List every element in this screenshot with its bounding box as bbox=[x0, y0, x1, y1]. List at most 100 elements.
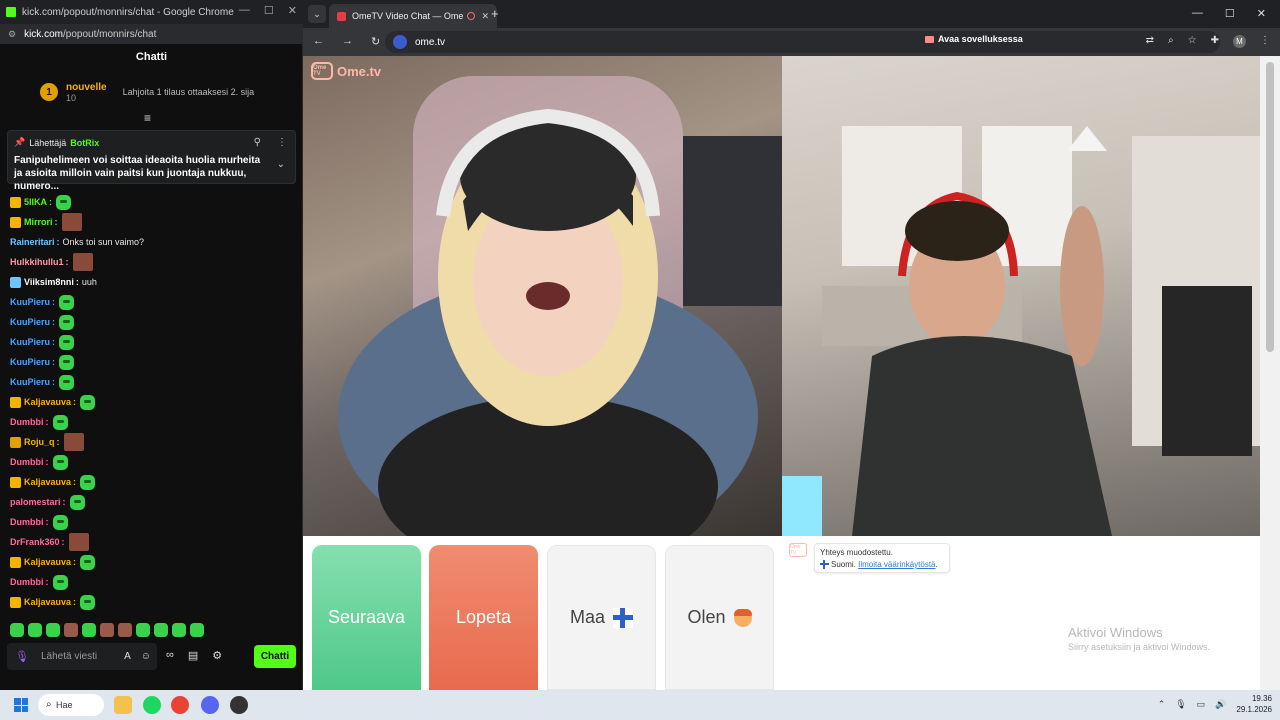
chat-username[interactable]: palomestari bbox=[10, 497, 61, 507]
next-button[interactable]: Seuraava bbox=[312, 545, 421, 690]
emote-icon[interactable] bbox=[118, 623, 132, 637]
gender-select-button[interactable]: Olen bbox=[665, 545, 774, 690]
unpin-icon[interactable]: ⚲ bbox=[254, 137, 261, 148]
chevron-down-icon[interactable]: ⌄ bbox=[277, 159, 285, 170]
chat-message[interactable]: Viiksim8nni: uuh bbox=[10, 272, 295, 292]
chat-username[interactable]: Roju_q bbox=[24, 437, 55, 447]
chat-username[interactable]: KuuPieru bbox=[10, 377, 50, 387]
translate-icon[interactable]: ⇄ bbox=[1146, 35, 1154, 48]
chat-message[interactable]: Mirrori: bbox=[10, 212, 295, 232]
chat-username[interactable]: KuuPieru bbox=[10, 317, 50, 327]
profile-avatar[interactable]: M bbox=[1233, 35, 1246, 48]
start-button[interactable] bbox=[14, 698, 28, 712]
emote-icon[interactable] bbox=[136, 623, 150, 637]
site-info-icon[interactable]: ⚙ bbox=[8, 29, 16, 40]
page-scrollbar[interactable] bbox=[1260, 56, 1280, 690]
chat-username[interactable]: KuuPieru bbox=[10, 297, 50, 307]
volume-icon[interactable]: 🔊 bbox=[1215, 699, 1226, 710]
chat-username[interactable]: Hulkkihullu1 bbox=[10, 257, 64, 267]
open-in-app-button[interactable]: Avaa sovelluksessa bbox=[925, 31, 1067, 47]
network-icon[interactable]: ▭ bbox=[1197, 699, 1206, 710]
chat-message[interactable]: Dumbbi: bbox=[10, 412, 295, 432]
omnibox[interactable]: ome.tv bbox=[385, 31, 1220, 53]
emote-icon[interactable] bbox=[46, 623, 60, 637]
chat-message[interactable]: Hulkkihullu1: bbox=[10, 252, 295, 272]
chat-message[interactable]: Dumbbi: bbox=[10, 512, 295, 532]
gift-leaderboard[interactable]: 1 nouvelle 10 Lahjoita 1 tilaus ottaakse… bbox=[40, 76, 254, 108]
reload-icon[interactable]: ↻ bbox=[371, 35, 380, 48]
back-icon[interactable]: ← bbox=[313, 35, 324, 48]
taskbar-search[interactable]: ⌕ Hae bbox=[38, 694, 104, 716]
close-icon[interactable]: ✕ bbox=[1257, 7, 1266, 20]
discord-icon[interactable] bbox=[201, 696, 219, 714]
menu-icon[interactable]: ⋮ bbox=[1260, 35, 1270, 48]
stop-button[interactable]: Lopeta bbox=[429, 545, 538, 690]
emote-icon[interactable] bbox=[100, 623, 114, 637]
chat-message[interactable]: KuuPieru: bbox=[10, 352, 295, 372]
bookmark-star-icon[interactable]: ☆ bbox=[1188, 35, 1197, 48]
chrome-icon[interactable] bbox=[171, 696, 189, 714]
chat-message[interactable]: Kaljavauva: bbox=[10, 552, 295, 572]
settings-icon[interactable]: ⚙ bbox=[212, 649, 222, 662]
store-icon[interactable]: ▤ bbox=[188, 649, 198, 662]
chat-username[interactable]: Kaljavauva bbox=[24, 477, 71, 487]
microphone-icon[interactable]: 🎙 bbox=[15, 650, 29, 663]
chat-username[interactable]: Dumbbi bbox=[10, 457, 44, 467]
taskbar-clock[interactable]: 19.36 29.1.2026 bbox=[1236, 693, 1272, 715]
obs-icon[interactable] bbox=[230, 696, 248, 714]
country-select-button[interactable]: Maa bbox=[547, 545, 656, 690]
minimize-icon[interactable]: — bbox=[239, 4, 250, 17]
chat-message[interactable]: Raineritari: Onks toi sun vaimo? bbox=[10, 232, 295, 252]
chat-username[interactable]: Dumbbi bbox=[10, 517, 44, 527]
emoji-icon[interactable]: ☺ bbox=[141, 651, 151, 662]
maximize-icon[interactable]: ☐ bbox=[264, 4, 274, 17]
chat-username[interactable]: Kaljavauva bbox=[24, 397, 71, 407]
chat-message[interactable]: Kaljavauva: bbox=[10, 392, 295, 412]
tab-search-button[interactable]: ⌄ bbox=[308, 5, 326, 23]
tab-ometv[interactable]: OmeTV Video Chat — Ome ✕ bbox=[329, 4, 497, 28]
translate-icon[interactable]: A bbox=[124, 651, 131, 662]
chat-username[interactable]: Raineritari bbox=[10, 237, 55, 247]
chat-message-input[interactable]: 🎙 Lähetä viesti A ☺ bbox=[7, 643, 157, 670]
emote-icon[interactable] bbox=[28, 623, 42, 637]
chat-username[interactable]: DrFrank360 bbox=[10, 537, 60, 547]
chat-message[interactable]: Kaljavauva: bbox=[10, 592, 295, 612]
chat-message[interactable]: KuuPieru: bbox=[10, 332, 295, 352]
forward-icon[interactable]: → bbox=[342, 35, 353, 48]
more-options-icon[interactable]: ⋮ bbox=[277, 137, 287, 148]
chat-message-list[interactable]: 5IIKA: Mirrori: Raineritari: Onks toi sun v… bbox=[10, 192, 295, 612]
chat-message[interactable]: KuuPieru: bbox=[10, 292, 295, 312]
chat-username[interactable]: Kaljavauva bbox=[24, 557, 71, 567]
chat-message[interactable]: Kaljavauva: bbox=[10, 472, 295, 492]
address-bar[interactable]: ⚙ kick.com /popout/monnirs/chat bbox=[0, 24, 303, 44]
file-explorer-icon[interactable] bbox=[114, 696, 132, 714]
chat-message[interactable]: 5IIKA: bbox=[10, 192, 295, 212]
report-abuse-link[interactable]: Ilmoita väärinkäytöstä bbox=[858, 560, 935, 569]
site-camera-icon[interactable] bbox=[393, 35, 407, 49]
chat-username[interactable]: Mirrori bbox=[24, 217, 53, 227]
emote-icon[interactable] bbox=[190, 623, 204, 637]
chat-message[interactable]: Dumbbi: bbox=[10, 572, 295, 592]
emote-icon[interactable] bbox=[172, 623, 186, 637]
tray-overflow-icon[interactable]: ⌃ bbox=[1158, 699, 1166, 710]
chat-message[interactable]: Roju_q: bbox=[10, 432, 295, 452]
chat-username[interactable]: Kaljavauva bbox=[24, 597, 71, 607]
chat-message[interactable]: Dumbbi: bbox=[10, 452, 295, 472]
close-tab-icon[interactable]: ✕ bbox=[481, 11, 489, 22]
minimize-icon[interactable]: — bbox=[1192, 7, 1203, 20]
pinned-message[interactable]: 📌 Lähettäjä BotRix Fanipuhelimeen voi so… bbox=[7, 130, 296, 192]
zoom-icon[interactable]: ⌕ bbox=[1168, 35, 1174, 48]
emote-icon[interactable] bbox=[64, 623, 78, 637]
chat-message[interactable]: KuuPieru: bbox=[10, 372, 295, 392]
chat-username[interactable]: Dumbbi bbox=[10, 577, 44, 587]
chat-username[interactable]: Viiksim8nni bbox=[24, 277, 74, 287]
emote-icon[interactable] bbox=[154, 623, 168, 637]
chat-message[interactable]: DrFrank360: bbox=[10, 532, 295, 552]
send-chat-button[interactable]: Chatti bbox=[254, 645, 296, 668]
microphone-icon[interactable]: 🎙 bbox=[1175, 699, 1186, 710]
new-tab-icon[interactable]: + bbox=[491, 6, 499, 21]
chat-message[interactable]: KuuPieru: bbox=[10, 312, 295, 332]
extensions-icon[interactable]: ✚ bbox=[1211, 35, 1219, 48]
scrollbar-thumb[interactable] bbox=[1266, 62, 1274, 352]
chat-username[interactable]: 5IIKA bbox=[24, 197, 47, 207]
